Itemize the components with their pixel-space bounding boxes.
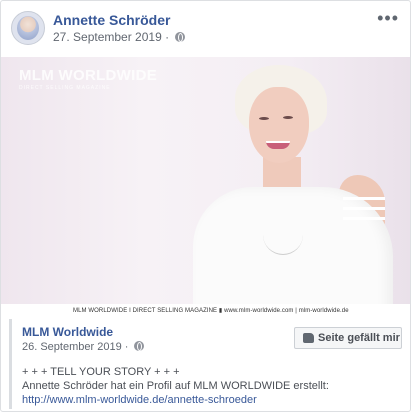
like-page-button[interactable]: Seite gefällt mir [294,327,402,349]
shared-post-body-text: Annette Schröder hat ein Profil auf MLM … [22,380,329,392]
shared-post-headline: + + + TELL YOUR STORY + + + [22,366,180,378]
watermark-title: MLM WORLDWIDE [19,67,158,84]
portrait-eye-right [283,116,293,119]
facebook-post: Annette Schröder 27. September 2019 · ••… [0,0,411,412]
ellipsis-icon[interactable]: ••• [377,9,399,27]
post-header: Annette Schröder 27. September 2019 · ••… [11,9,401,47]
watermark-subtitle: DIRECT SELLING MAGAZINE [19,85,111,91]
shared-post-text: + + + TELL YOUR STORY + + + Annette Schr… [22,365,407,407]
shared-post-meta: 26. September 2019 · [22,341,145,353]
globe-icon[interactable] [134,341,145,351]
portrait-face [249,87,309,163]
post-meta: 27. September 2019 · [53,30,186,44]
author-avatar[interactable] [11,11,45,45]
portrait-necklace [263,177,303,255]
portrait-eye-left [259,117,269,120]
post-date[interactable]: 27. September 2019 · [53,30,169,44]
shared-page-name[interactable]: MLM Worldwide [22,325,113,339]
shared-post-body: Annette Schröder hat ein Profil auf MLM … [22,379,407,407]
post-image[interactable]: MLM WORLDWIDE DIRECT SELLING MAGAZINE ML… [1,57,410,319]
image-caption: MLM WORLDWIDE I DIRECT SELLING MAGAZINE … [73,308,349,314]
profile-link[interactable]: http://www.mlm-worldwide.de/annette-schr… [22,394,257,406]
top-strap [343,207,385,210]
avatar-photo [17,16,39,40]
thumbs-up-icon [303,333,314,343]
like-page-label: Seite gefällt mir [318,332,400,344]
top-strap [343,217,385,220]
post-author-name[interactable]: Annette Schröder [53,12,170,28]
top-strap [343,197,385,200]
globe-icon[interactable] [175,32,186,42]
shared-post-date[interactable]: 26. September 2019 · [22,341,128,353]
shared-post: MLM Worldwide 26. September 2019 · Seite… [9,319,402,409]
